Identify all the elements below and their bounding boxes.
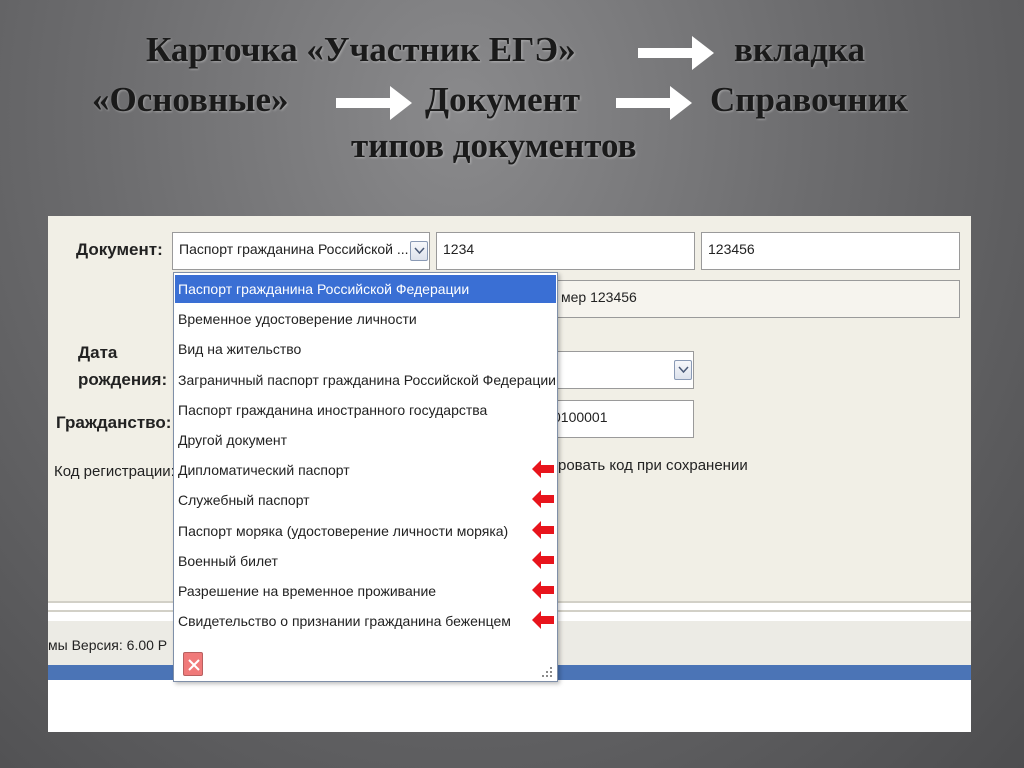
list-item-label: Заграничный паспорт гражданина Российско… (178, 371, 556, 388)
slide-title-line3: типов документов (351, 126, 637, 165)
list-item[interactable]: Военный билет (175, 547, 556, 575)
status-bar-text: мы Версия: 6.00 Р (48, 637, 168, 653)
citizenship-label: Гражданство: (56, 413, 172, 432)
list-item-label: Дипломатический паспорт (178, 462, 350, 479)
list-item-label: Разрешение на временное проживание (178, 583, 437, 599)
list-item[interactable]: Служебный паспорт (175, 486, 556, 514)
document-type-dropdown-button[interactable] (410, 241, 428, 261)
right-arrow-icon (638, 36, 714, 70)
list-item-label: Паспорт гражданина Российской Федерации (178, 281, 470, 297)
list-item[interactable]: Свидетельство о признании гражданина беж… (175, 607, 556, 635)
registration-code-label: Код регистрации: (54, 463, 175, 480)
right-arrow-icon (616, 86, 692, 120)
red-left-arrow-icon (532, 581, 554, 599)
red-left-arrow-icon (532, 550, 554, 569)
list-item-label: Военный билет (178, 552, 278, 569)
red-left-arrow-icon (532, 460, 554, 479)
list-item-label: Вид на жительство (178, 341, 302, 358)
citizenship-code-input[interactable]: 0100001 (548, 400, 694, 438)
list-item-label: Паспорт моряка (удостоверение личности м… (178, 522, 509, 539)
chevron-down-icon (678, 366, 689, 374)
document-summary-field: мер 123456 (548, 280, 960, 318)
registration-code-checkbox-label[interactable]: ровать код при сохранении (558, 457, 748, 474)
list-item[interactable]: Другой документ (175, 426, 556, 454)
application-screenshot: Документ: Паспорт гражданина Российской … (48, 216, 971, 732)
slide-title-reference: Справочник (710, 80, 908, 119)
list-item-label: Служебный паспорт (178, 492, 310, 509)
list-item[interactable]: Паспорт гражданина Российской Федерации (175, 275, 556, 303)
birth-date-label-line1: Дата (78, 343, 118, 362)
document-type-select[interactable]: Паспорт гражданина Российской ... (172, 232, 430, 270)
list-item[interactable]: Заграничный паспорт гражданина Российско… (175, 366, 556, 394)
list-item[interactable]: Разрешение на временное проживание (175, 577, 556, 605)
red-left-arrow-icon (532, 490, 554, 509)
list-item[interactable]: Паспорт гражданина иностранного государс… (175, 396, 556, 424)
birth-date-dropdown-button[interactable] (674, 360, 692, 380)
slide-title-line1-end: вкладка (734, 30, 866, 69)
slide-title-line1: Карточка «Участник ЕГЭ» (146, 30, 576, 69)
list-item-label: Временное удостоверение личности (178, 311, 417, 328)
list-item[interactable]: Паспорт моряка (удостоверение личности м… (175, 517, 556, 545)
document-number-input[interactable]: 123456 (701, 232, 960, 270)
list-item-label: Паспорт гражданина иностранного государс… (178, 401, 488, 418)
slide-title-document: Документ (425, 80, 581, 119)
slide-title-tab: «Основные» (92, 80, 289, 119)
document-type-list[interactable]: Паспорт гражданина Российской Федерации В… (173, 272, 558, 682)
birth-date-field[interactable] (548, 351, 694, 389)
red-left-arrow-icon (532, 611, 554, 630)
close-icon (188, 659, 200, 671)
list-item[interactable]: Вид на жительство (175, 335, 556, 363)
document-series-input[interactable]: 1234 (436, 232, 695, 270)
list-item[interactable]: Временное удостоверение личности (175, 305, 556, 333)
right-arrow-icon (336, 86, 412, 120)
list-item[interactable]: Дипломатический паспорт (175, 456, 556, 484)
list-item-label: Свидетельство о признании гражданина беж… (178, 613, 511, 630)
chevron-down-icon (414, 247, 425, 255)
list-item-label: Другой документ (178, 432, 288, 448)
resize-grip-icon[interactable] (541, 665, 553, 677)
document-label: Документ: (76, 240, 163, 259)
red-left-arrow-icon (532, 520, 554, 539)
close-list-button[interactable] (183, 652, 203, 676)
birth-date-label-line2: рождения: (78, 370, 168, 389)
